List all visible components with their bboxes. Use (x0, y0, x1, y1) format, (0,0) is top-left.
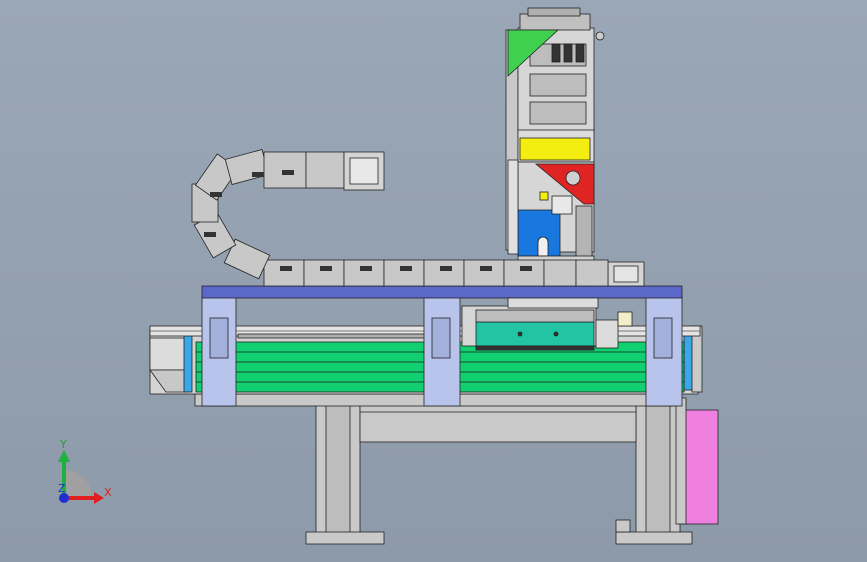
column-mid-inner (431, 317, 451, 359)
cross-beam (359, 403, 637, 443)
left-foot (305, 531, 385, 545)
carriage-bolt-2 (553, 331, 559, 337)
carriage (461, 305, 633, 351)
beam-lower-plate (507, 297, 599, 309)
z-dark-clip-3 (575, 43, 585, 63)
chain-link (503, 259, 545, 287)
coordinate-triad: Y Z X (58, 438, 112, 504)
column-left-inner (209, 317, 229, 359)
chain-link (463, 259, 505, 287)
chain-tag (320, 266, 332, 271)
column-right-inner (653, 317, 673, 359)
chain-mount-inner (349, 157, 379, 185)
red-bracket-hole (565, 170, 581, 186)
z-dark-clip-1 (551, 43, 561, 63)
z-axis-assembly (505, 7, 605, 287)
z-dark-clip-2 (563, 43, 573, 63)
triad-z-label: Z (58, 482, 66, 495)
chain-link (303, 259, 345, 287)
base-stand (194, 393, 693, 545)
chain-link (305, 151, 345, 189)
blue-bracket-slot (537, 236, 549, 257)
left-leg-inner (325, 403, 351, 535)
right-foot (615, 531, 693, 545)
blue-top-beam (201, 285, 683, 299)
chain-link (575, 259, 609, 287)
sensor-box (551, 195, 573, 215)
chain-link (263, 259, 305, 287)
chain-tag (520, 266, 532, 271)
chain-tag (280, 266, 292, 271)
yellow-tab (539, 191, 549, 201)
rail-shaft (237, 333, 429, 339)
machine-assembly (149, 7, 719, 545)
chain-tag (252, 172, 264, 177)
carriage-under (475, 345, 595, 351)
pink-box-mount (675, 397, 687, 525)
chain-links-straight (263, 259, 609, 287)
z-module-3 (529, 101, 587, 125)
carriage-bolt-1 (517, 331, 523, 337)
yellow-plate (519, 137, 591, 161)
chain-links-top (263, 151, 345, 189)
chain-tag (210, 192, 222, 197)
chain-link (383, 259, 425, 287)
z-inner-post (507, 159, 519, 255)
triad-x-arrow (94, 492, 104, 504)
triad-y-label: Y (59, 438, 67, 451)
pink-electrical-box (681, 409, 719, 525)
chain-link (543, 259, 577, 287)
chain-link (343, 259, 385, 287)
triad-quadrant (64, 470, 92, 498)
chain-links-bend (191, 149, 271, 280)
chain-tag (282, 170, 294, 175)
triad-x-label: X (104, 486, 112, 499)
chain-tag (360, 266, 372, 271)
z-module-2 (529, 73, 587, 97)
small-yellowish-block (617, 311, 633, 327)
chain-tag (204, 232, 216, 237)
z-right-guide (575, 205, 593, 259)
chain-end-inner (613, 265, 639, 283)
carriage-side-plate (595, 319, 619, 349)
chain-link (423, 259, 465, 287)
z-head-cap (527, 7, 581, 17)
chain-tag (400, 266, 412, 271)
chain-tag (480, 266, 492, 271)
right-foot-block (615, 519, 631, 533)
left-end-cap (149, 337, 187, 371)
cad-viewport[interactable]: Y Z X (0, 0, 867, 562)
z-knob (595, 31, 605, 41)
chain-tag (440, 266, 452, 271)
chain-link (224, 149, 270, 185)
right-leg-inner (645, 403, 671, 535)
carriage-gray-top (475, 309, 595, 323)
triad-y-arrow (58, 450, 70, 462)
carriage-teal-block (475, 321, 595, 347)
left-blue-cap (183, 327, 193, 393)
